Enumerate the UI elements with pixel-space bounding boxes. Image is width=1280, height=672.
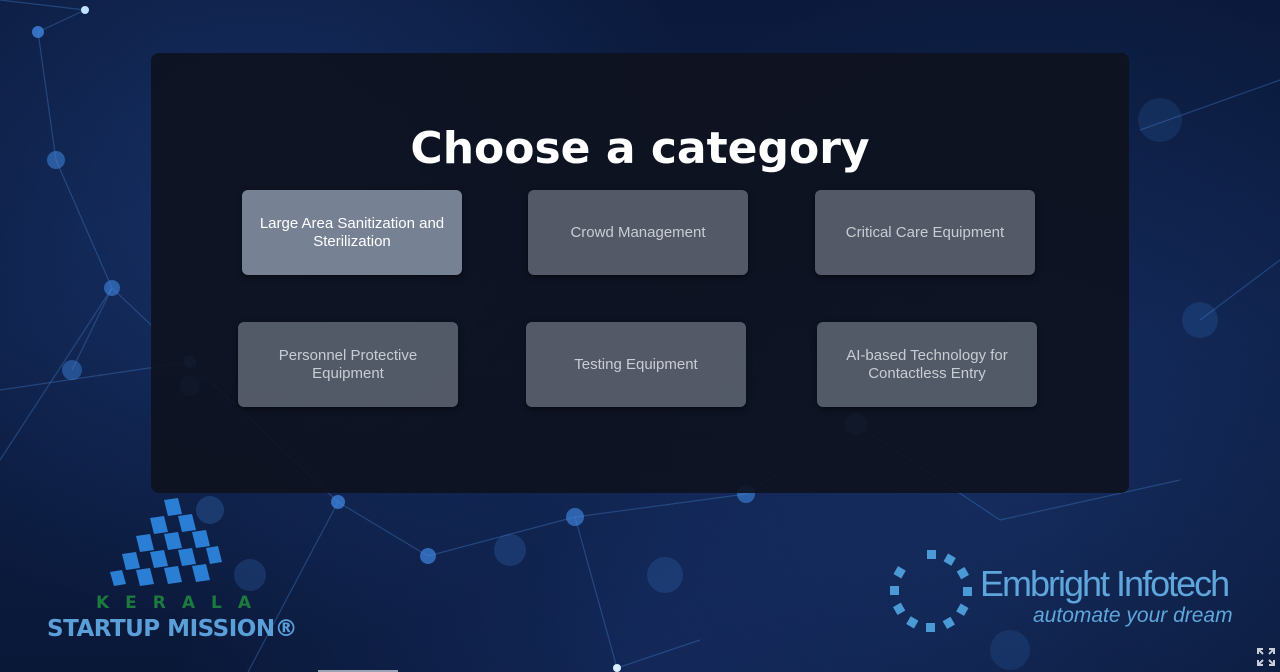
category-button-ai-contactless[interactable]: AI-based Technology for Contactless Entr… [817, 322, 1037, 407]
ksum-wordmark-kerala: KERALA [96, 593, 268, 613]
category-button-crowd-management[interactable]: Crowd Management [528, 190, 748, 275]
category-button-ppe[interactable]: Personnel Protective Equipment [238, 322, 458, 407]
category-label: Testing Equipment [574, 355, 698, 373]
category-label: Personnel Protective Equipment [278, 346, 418, 382]
ksum-wordmark-mission: STARTUP MISSION® [47, 616, 298, 642]
embright-logo-mark [890, 550, 972, 632]
category-label: Crowd Management [570, 223, 706, 241]
category-label: AI-based Technology for Contactless Entr… [846, 346, 1008, 382]
category-label: Critical Care Equipment [845, 223, 1005, 241]
embright-tagline: automate your dream [1033, 604, 1233, 627]
panel-title: Choose a category [410, 123, 870, 174]
category-button-critical-care[interactable]: Critical Care Equipment [815, 190, 1035, 275]
category-button-testing-equipment[interactable]: Testing Equipment [526, 322, 746, 407]
category-button-sanitization[interactable]: Large Area Sanitization and Sterilizatio… [242, 190, 462, 275]
fullscreen-icon[interactable] [1256, 647, 1276, 667]
embright-wordmark: Embright Infotech [980, 563, 1230, 604]
category-label: Large Area Sanitization and Sterilizatio… [259, 214, 445, 250]
